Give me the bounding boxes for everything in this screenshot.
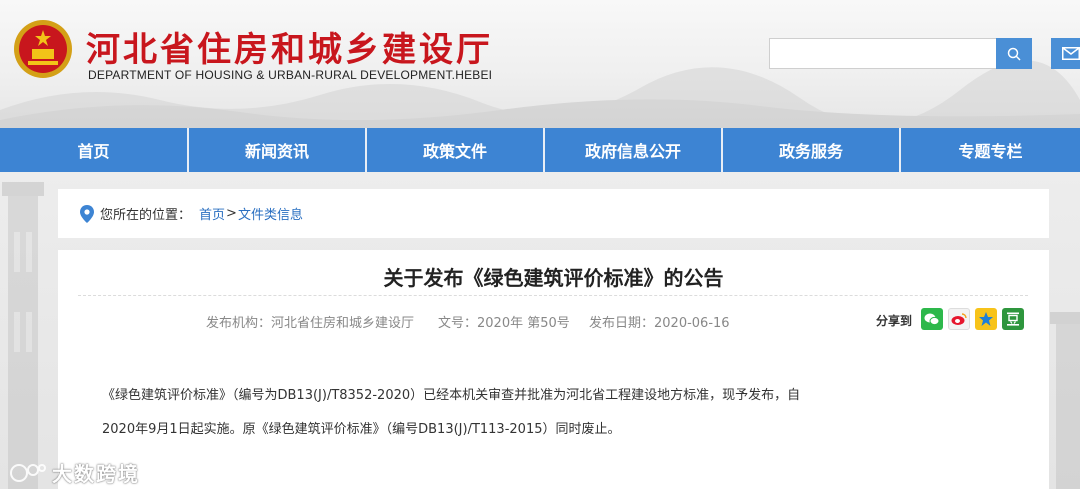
article-panel: 关于发布《绿色建筑评价标准》的公告 发布机构：河北省住房和城乡建设厅 文号：20… <box>58 250 1049 489</box>
article-publish-date: 发布日期：2020-06-16 <box>589 316 730 331</box>
breadcrumb-prefix: 您所在的位置： <box>100 208 192 223</box>
watermark-text: 大数跨境 <box>52 462 140 486</box>
breadcrumb: 您所在的位置： 首页 > 文件类信息 <box>58 189 1049 238</box>
mail-icon <box>1062 47 1080 60</box>
watermark-logo-icon <box>10 463 46 482</box>
watermark: 大数跨境 <box>8 458 140 487</box>
building-decoration-right <box>1050 312 1080 489</box>
nav-item-topics[interactable]: 专题专栏 <box>901 128 1080 172</box>
share-label: 分享到 <box>876 314 913 328</box>
site-header: 河北省住房和城乡建设厅 DEPARTMENT OF HOUSING & URBA… <box>0 0 1080 128</box>
nav-item-policy[interactable]: 政策文件 <box>367 128 545 172</box>
breadcrumb-home-link[interactable]: 首页 <box>199 204 225 223</box>
title-divider <box>78 295 1028 296</box>
nav-item-services[interactable]: 政务服务 <box>723 128 901 172</box>
weibo-icon[interactable] <box>948 308 970 330</box>
breadcrumb-separator: > <box>226 206 237 221</box>
site-subtitle: DEPARTMENT OF HOUSING & URBAN-RURAL DEVE… <box>88 68 493 82</box>
nav-item-news[interactable]: 新闻资讯 <box>189 128 367 172</box>
search-input[interactable] <box>769 38 997 69</box>
location-pin-icon <box>80 204 94 223</box>
site-title: 河北省住房和城乡建设厅 <box>86 30 493 70</box>
building-decoration <box>2 182 44 489</box>
mail-button[interactable] <box>1051 38 1080 69</box>
search-icon <box>1007 47 1021 61</box>
nav-item-gov-info[interactable]: 政府信息公开 <box>545 128 723 172</box>
breadcrumb-current-link[interactable]: 文件类信息 <box>238 204 303 223</box>
article-paragraph-line-1: 《绿色建筑评价标准》（编号为DB13(J)/T8352-2020）已经本机关审查… <box>102 388 801 403</box>
article-publisher: 发布机构：河北省住房和城乡建设厅 <box>206 316 415 331</box>
article-paragraph-line-2: 2020年9月1日起实施。原《绿色建筑评价标准》（编号DB13(J)/T113-… <box>102 422 621 437</box>
wechat-icon[interactable] <box>921 308 943 330</box>
national-emblem-icon <box>14 20 72 78</box>
article-doc-number: 文号：2020年 第50号 <box>438 316 570 331</box>
search-button[interactable] <box>996 38 1032 69</box>
nav-item-home[interactable]: 首页 <box>0 128 189 172</box>
qzone-icon[interactable] <box>975 308 997 330</box>
douban-icon[interactable] <box>1002 308 1024 330</box>
article-title: 关于发布《绿色建筑评价标准》的公告 <box>383 266 724 290</box>
main-nav: 首页 新闻资讯 政策文件 政府信息公开 政务服务 专题专栏 <box>0 128 1080 172</box>
